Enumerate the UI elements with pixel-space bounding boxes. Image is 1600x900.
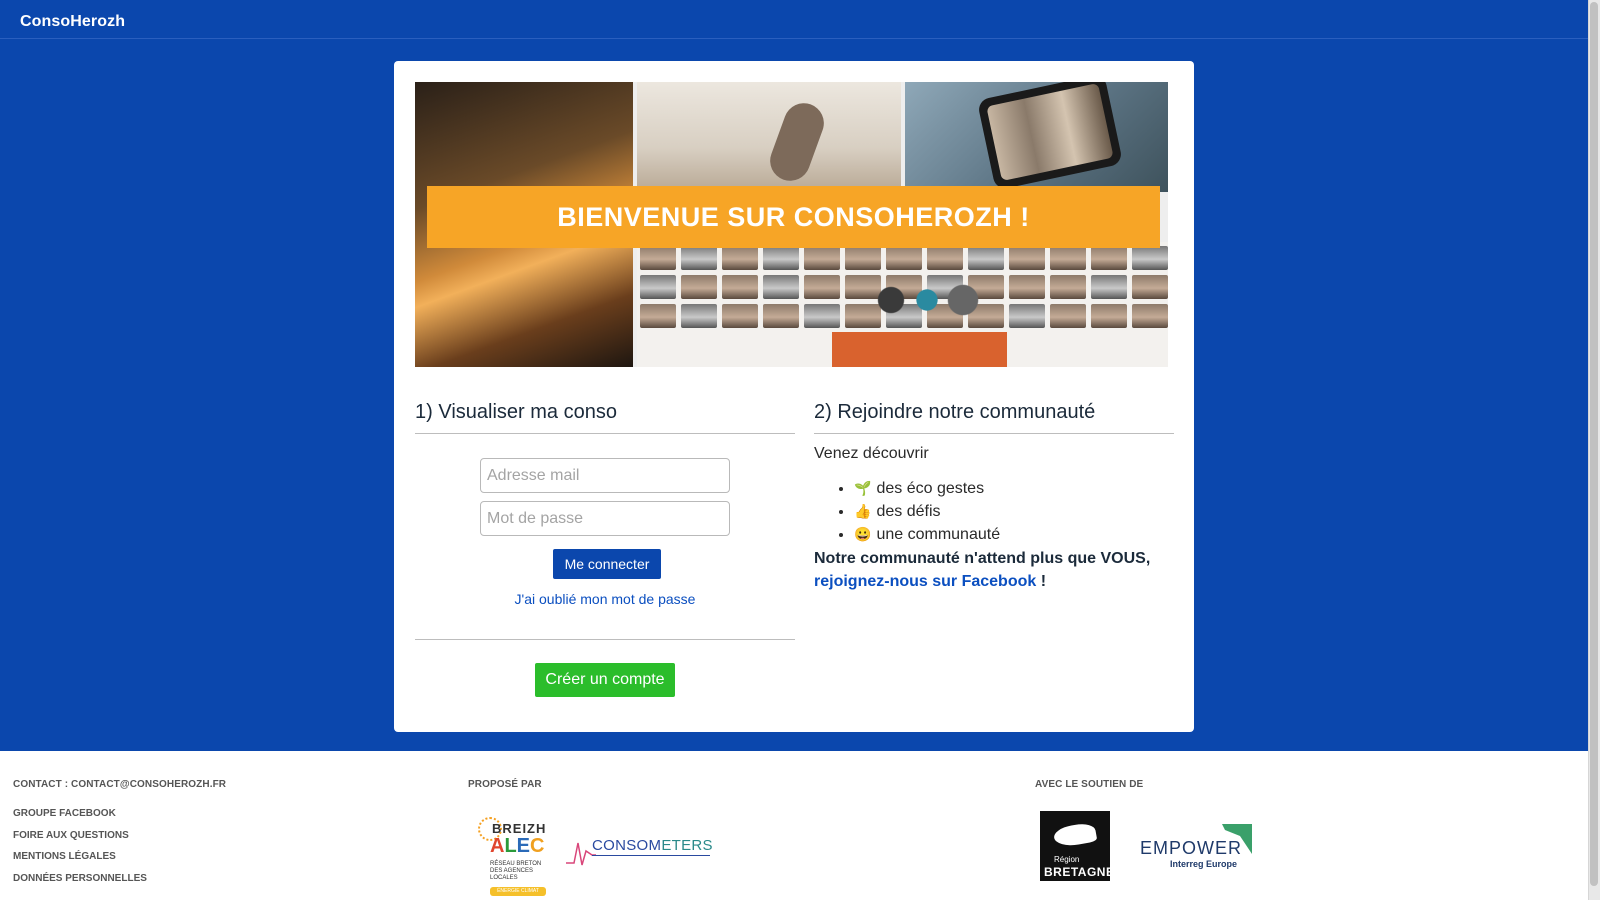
region-bretagne-logo[interactable]: Région BRETAGNE [1040,811,1114,881]
forgot-password-link[interactable]: J'ai oublié mon mot de passe [415,591,795,607]
list-item: 👍 des défis [854,500,1000,523]
footer-link-facebook-group[interactable]: GROUPE FACEBOOK [13,808,147,830]
login-button[interactable]: Me connecter [553,549,661,579]
thumbs-up-icon: 👍 [854,503,872,519]
welcome-banner: BIENVENUE SUR CONSOHEROZH ! [415,82,1168,367]
smile-icon: 😀 [854,526,872,542]
top-navbar: ConsoHerozh [0,0,1588,39]
footer-link-privacy[interactable]: DONNÉES PERSONNELLES [13,873,147,895]
login-section: 1) Visualiser ma conso Me connecter J'ai… [415,399,795,697]
contact-email-link[interactable]: CONTACT : CONTACT@CONSOHEROZH.FR [13,779,226,790]
login-divider [415,433,795,434]
proposed-by-label: PROPOSÉ PAR [468,779,542,790]
bretagne-emblem-icon [1052,821,1098,849]
footer: CONTACT : CONTACT@CONSOHEROZH.FR GROUPE … [0,751,1588,900]
supported-by-label: AVEC LE SOUTIEN DE [1035,779,1144,790]
create-divider [415,639,795,640]
footer-link-faq[interactable]: FOIRE AUX QUESTIONS [13,830,147,852]
community-section-title: 2) Rejoindre notre communauté [814,401,1096,423]
password-field[interactable] [480,501,730,536]
scrollbar-thumb[interactable] [1590,2,1598,886]
community-divider [814,433,1174,434]
brand-title[interactable]: ConsoHerozh [20,13,125,31]
create-account-button[interactable]: Créer un compte [535,663,675,697]
banner-community-photo [637,242,1168,367]
breizh-alec-logo[interactable]: BREIZH ALEC RÉSEAU BRETON DES AGENCES LO… [478,817,548,897]
community-features: 🌱 des éco gestes 👍 des défis 😀 une commu… [854,477,1000,546]
list-item: 😀 une communauté [854,523,1000,546]
banner-title: BIENVENUE SUR CONSOHEROZH ! [557,201,1030,232]
community-cta: Notre communauté n'attend plus que VOUS,… [814,547,1150,593]
empower-logo[interactable]: EMPOWER Interreg Europe [1140,824,1255,872]
banner-strip: BIENVENUE SUR CONSOHEROZH ! [427,186,1160,248]
list-item: 🌱 des éco gestes [854,477,1000,500]
welcome-card: BIENVENUE SUR CONSOHEROZH ! 1) Visualise… [394,61,1194,732]
email-field[interactable] [480,458,730,493]
feature-label: des défis [876,503,941,520]
consometers-logo[interactable]: CONSOMETERS [566,831,716,871]
footer-links: GROUPE FACEBOOK FOIRE AUX QUESTIONS MENT… [13,808,147,894]
page-scrollbar[interactable] [1588,0,1600,900]
banner-hero-photo [637,82,901,192]
login-section-title: 1) Visualiser ma conso [415,401,617,423]
seedling-icon: 🌱 [854,480,872,496]
facebook-link[interactable]: rejoignez-nous sur Facebook [814,573,1036,590]
footer-link-legal[interactable]: MENTIONS LÉGALES [13,851,147,873]
cta-suffix: ! [1036,573,1047,590]
cta-text: Notre communauté n'attend plus que VOUS, [814,550,1151,567]
community-section: 2) Rejoindre notre communauté Venez déco… [814,399,1174,590]
community-intro: Venez découvrir [814,445,929,462]
feature-label: une communauté [876,526,1001,543]
banner-phone-photo [905,82,1168,192]
feature-label: des éco gestes [876,480,985,497]
